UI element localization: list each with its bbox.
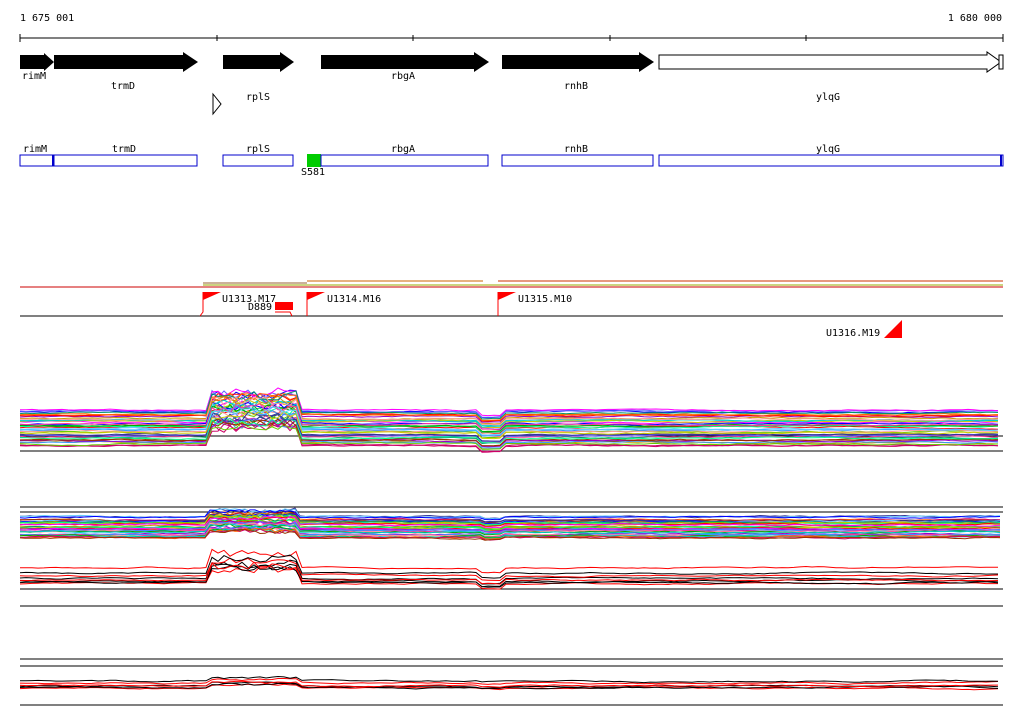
profile-line — [19, 554, 998, 579]
profile-line — [20, 389, 999, 419]
annot-box-ylqG[interactable] — [658, 154, 1004, 167]
unit-flag-U1314[interactable] — [307, 292, 325, 300]
small-arrow-icon — [212, 92, 222, 116]
profile-line — [19, 675, 999, 684]
profile-line — [19, 392, 998, 422]
unit-flag-U1316[interactable] — [884, 320, 902, 338]
s-marker-label: S581 — [301, 167, 325, 178]
unit-label-U1314: U1314.M16 — [327, 294, 381, 305]
annot-box-rimM[interactable] — [19, 154, 55, 167]
expression-panel-3[interactable] — [19, 548, 1003, 607]
annot-box-trmD[interactable] — [53, 154, 198, 167]
annot-label-rbgA: rbgA — [391, 144, 415, 155]
genome-browser-view[interactable]: rimM trmD rplS rbgA rnhB ylqG rimM trmD … — [0, 0, 1024, 714]
profile-line — [20, 548, 998, 574]
unit-label-U1316: U1316.M19 — [826, 328, 880, 339]
annotation-track: rimM trmD rplS rbgA rnhB ylqG S581 — [19, 144, 1004, 178]
gene-label-rnhB: rnhB — [564, 81, 588, 92]
gene-label-trmD: trmD — [111, 81, 135, 92]
unit-label-U1313: U1313.M17 — [222, 294, 276, 305]
annot-label-trmD: trmD — [112, 144, 136, 155]
unit-track: D889 U1313.M17 U1314.M16 U1315.M10 U1316… — [20, 280, 1003, 339]
gene-label-rplS: rplS — [246, 92, 270, 103]
expression-panel-1[interactable] — [19, 387, 1003, 453]
d-marker-box[interactable] — [275, 302, 293, 310]
expression-panel-4[interactable] — [19, 658, 1003, 706]
unit-label-U1315: U1315.M10 — [518, 294, 572, 305]
gene-arrow-ylqG[interactable] — [658, 51, 1002, 73]
annot-box-rplS[interactable] — [222, 154, 294, 167]
gene-label-rbgA: rbgA — [391, 71, 415, 82]
gene-arrow-rplS[interactable] — [223, 52, 294, 72]
annot-box-rbgA[interactable] — [320, 154, 489, 167]
gene-label-ylqG: ylqG — [816, 92, 840, 103]
coordinate-ruler — [19, 34, 1004, 42]
gene-arrow-rnhB[interactable] — [502, 52, 654, 72]
annot-label-ylqG: ylqG — [816, 144, 840, 155]
gene-arrow-rimM[interactable] — [20, 53, 54, 71]
s-marker-box[interactable] — [307, 154, 321, 167]
profile-line — [19, 557, 999, 582]
gene-arrow-rbgA[interactable] — [321, 52, 489, 72]
unit-flag-U1313[interactable] — [203, 292, 221, 300]
gene-arrow-trmD[interactable] — [54, 52, 198, 72]
gene-track: rimM trmD rplS rbgA rnhB ylqG — [20, 51, 1004, 116]
annot-label-rplS: rplS — [246, 144, 270, 155]
expression-panel-2[interactable] — [19, 506, 1003, 541]
profile-line — [19, 509, 1001, 521]
gene-label-rimM: rimM — [22, 71, 46, 82]
annot-label-rimM: rimM — [23, 144, 47, 155]
unit-flag-U1315[interactable] — [498, 292, 516, 300]
annot-label-rnhB: rnhB — [564, 144, 588, 155]
annot-box-rnhB[interactable] — [501, 154, 654, 167]
